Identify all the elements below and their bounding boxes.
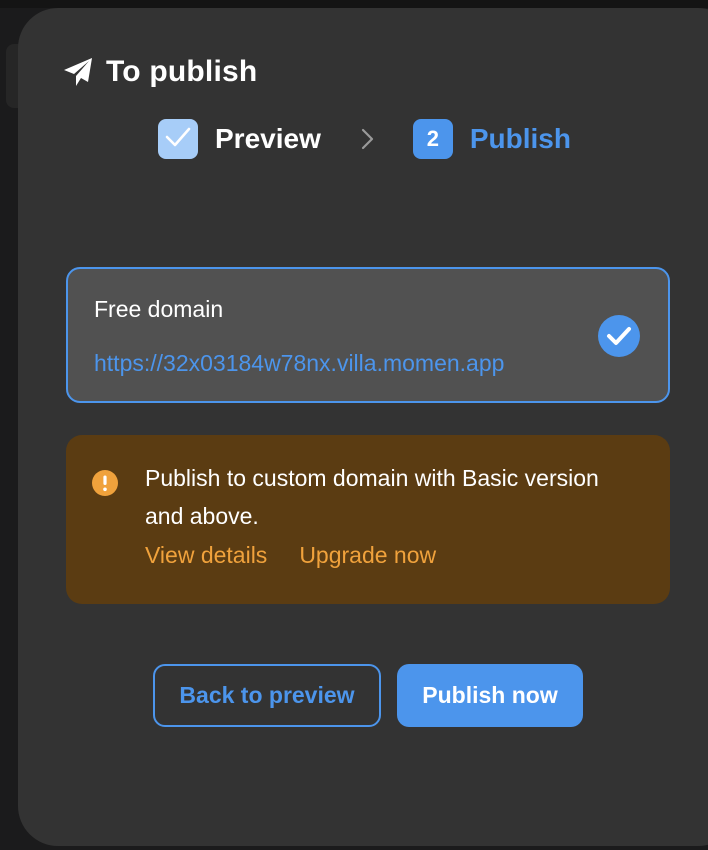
back-to-preview-button[interactable]: Back to preview — [153, 664, 381, 727]
dialog-title: To publish — [106, 55, 258, 88]
check-circle-icon — [598, 315, 640, 357]
publish-now-button[interactable]: Publish now — [397, 664, 583, 727]
step-publish-label: Publish — [469, 123, 571, 154]
free-domain-option[interactable]: Free domain https://32x03184w78nx.villa.… — [66, 267, 670, 403]
stepper: Preview 2 Publish — [158, 118, 571, 160]
step-preview-status — [158, 119, 198, 159]
paper-plane-icon — [62, 57, 94, 87]
chevron-right-icon — [361, 128, 375, 150]
upgrade-now-link[interactable]: Upgrade now — [299, 542, 436, 569]
background-top-bar — [0, 0, 708, 8]
domain-option-title: Free domain — [94, 296, 224, 322]
domain-url: https://32x03184w78nx.villa.momen.app — [94, 350, 505, 376]
step-preview-label: Preview — [215, 123, 321, 154]
warning-icon — [92, 470, 118, 496]
check-icon — [165, 126, 191, 153]
custom-domain-notice: Publish to custom domain with Basic vers… — [66, 435, 670, 604]
step-publish-number: 2 — [412, 119, 453, 159]
notice-links: View details Upgrade now — [145, 542, 436, 569]
notice-text: Publish to custom domain with Basic vers… — [145, 465, 599, 529]
dialog-header: To publish — [62, 50, 257, 94]
view-details-link[interactable]: View details — [145, 542, 267, 569]
